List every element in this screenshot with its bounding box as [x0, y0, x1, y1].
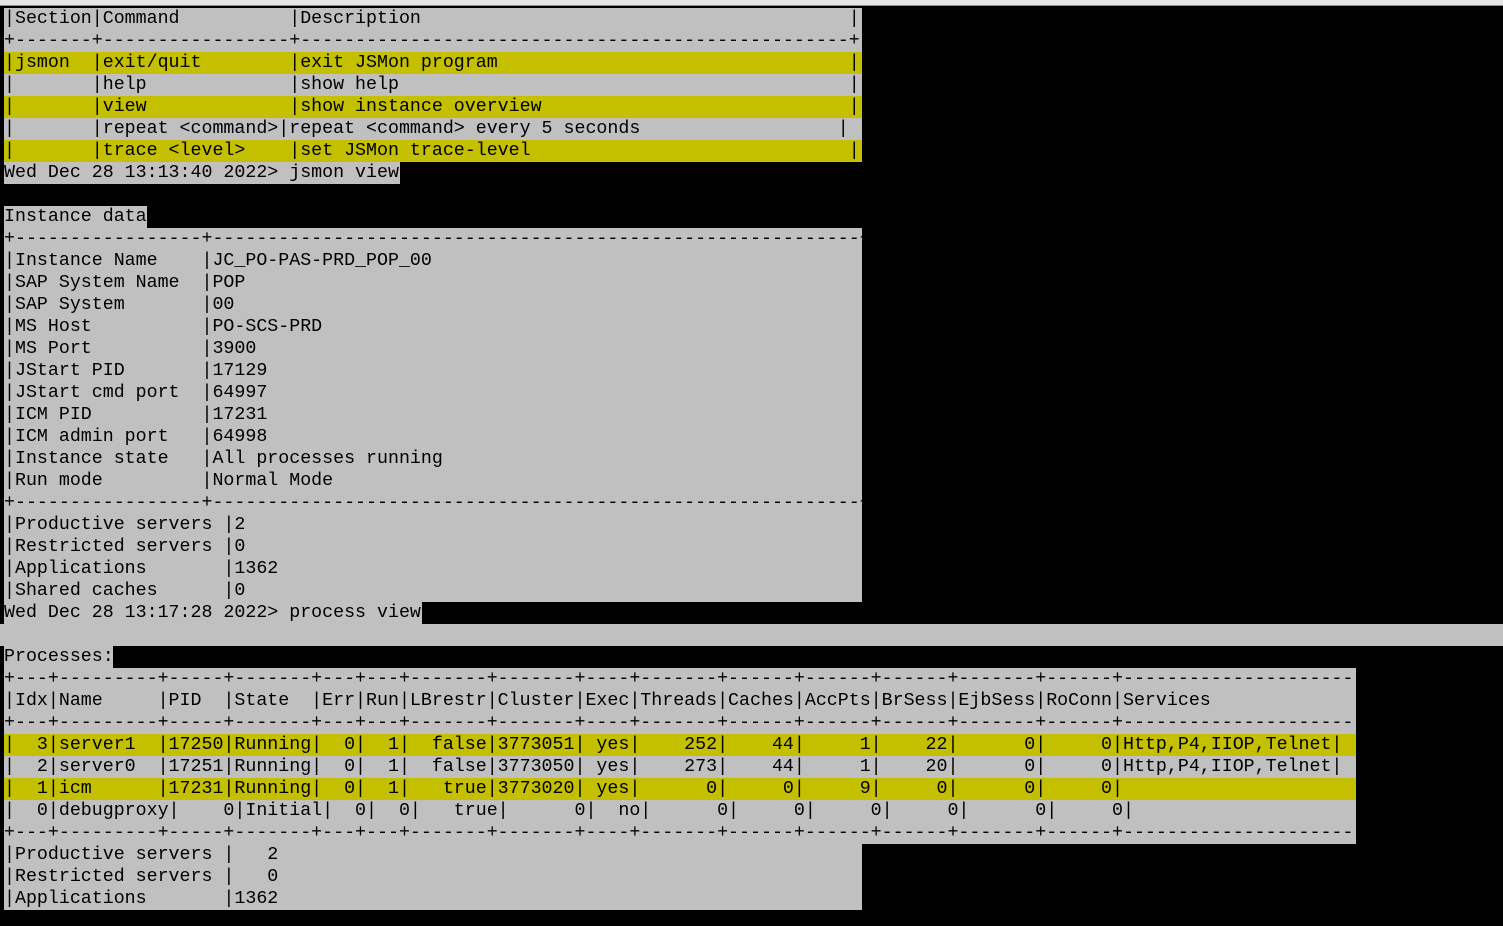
instance-table-separator: +-----------------+---------------------… — [4, 228, 871, 250]
process-row-icm: | 1|icm |17231|Running| 0| 1| true|37730… — [4, 778, 1376, 800]
process-table-separator: +---+---------+-----+-------+---+---+---… — [4, 712, 1376, 734]
instance-row-ms-host: |MS Host |PO-SCS-PRD | — [4, 316, 871, 338]
instance-data-title: Instance data — [4, 206, 147, 228]
process-row-server0: | 2|server0 |17251|Running| 0| 1| false|… — [4, 756, 1356, 778]
help-table-header: |Section|Command |Description | — [4, 8, 862, 30]
process-table-separator: +---+---------+-----+-------+---+---+---… — [4, 822, 1376, 844]
instance-summary-applications: |Applications |1362 | — [4, 558, 882, 580]
help-row-trace: | |trace <level> |set JSMon trace-level … — [4, 140, 862, 162]
process-table-header: |Idx|Name |PID |State |Err|Run|LBrestr|C… — [4, 690, 1376, 712]
blank-line — [0, 624, 1503, 646]
prompt-process-view: Wed Dec 28 13:17:28 2022> process view — [4, 602, 422, 624]
instance-row-sap-system-name: |SAP System Name |POP | — [4, 272, 871, 294]
help-table-separator: +-------+-----------------+-------------… — [4, 30, 862, 52]
instance-row-icm-pid: |ICM PID |17231 | — [4, 404, 871, 426]
instance-row-jstart-pid: |JStart PID |17129 | — [4, 360, 871, 382]
process-row-debugproxy: | 0|debugproxy| 0|Initial| 0| 0| true| 0… — [4, 800, 1356, 822]
instance-table-separator: +-----------------+---------------------… — [4, 492, 871, 514]
instance-row-run-mode: |Run mode |Normal Mode | — [4, 470, 871, 492]
instance-summary-shared-caches: |Shared caches |0 | — [4, 580, 882, 602]
instance-row-jstart-cmd-port: |JStart cmd port |64997 | — [4, 382, 871, 404]
instance-summary-productive: |Productive servers |2 | — [4, 514, 882, 536]
instance-summary-restricted: |Restricted servers |0 | — [4, 536, 882, 558]
instance-row-icm-admin-port: |ICM admin port |64998 | — [4, 426, 871, 448]
instance-row-name: |Instance Name |JC_PO-PAS-PRD_POP_00 | — [4, 250, 871, 272]
help-row-view: | |view |show instance overview | — [4, 96, 862, 118]
processes-title: Processes: — [4, 646, 114, 668]
instance-row-ms-port: |MS Port |3900 | — [4, 338, 871, 360]
instance-row-state: |Instance state |All processes running | — [4, 448, 871, 470]
instance-row-sap-system: |SAP System |00 | — [4, 294, 871, 316]
window-top-border — [0, 0, 1503, 6]
process-table-separator: +---+---------+-----+-------+---+---+---… — [4, 668, 1376, 690]
process-summary-productive: |Productive servers | 2 | — [4, 844, 882, 866]
process-summary-applications: |Applications |1362 | — [4, 888, 882, 910]
help-row-help: | |help |show help | — [4, 74, 862, 96]
process-summary-restricted: |Restricted servers | 0 | — [4, 866, 882, 888]
process-row-server1: | 3|server1 |17250|Running| 0| 1| false|… — [4, 734, 1356, 756]
help-row-exit: |jsmon |exit/quit |exit JSMon program | — [4, 52, 862, 74]
help-row-repeat: | |repeat <command>|repeat <command> eve… — [4, 118, 862, 140]
prompt-jsmon-view: Wed Dec 28 13:13:40 2022> jsmon view — [4, 162, 400, 184]
